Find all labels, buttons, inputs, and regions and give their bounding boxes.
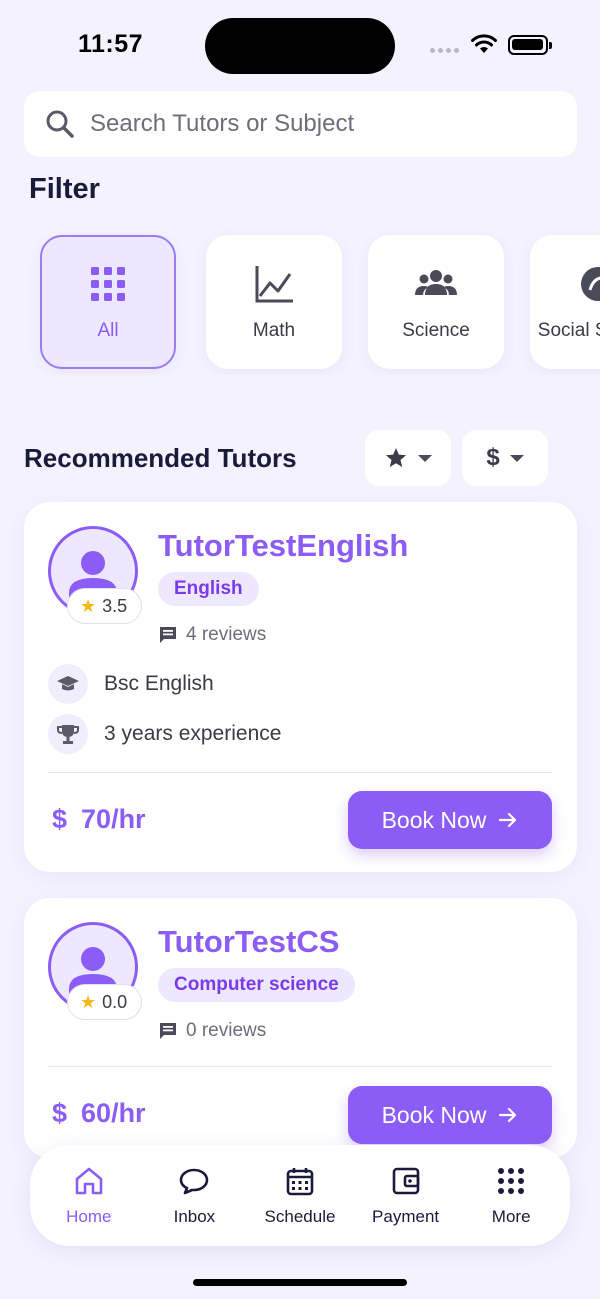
reviews-count: 4 reviews — [158, 624, 266, 646]
filter-chip-label: Science — [402, 320, 470, 341]
star-icon: ★ — [80, 991, 97, 1012]
dots-grid-icon — [498, 1167, 525, 1194]
divider — [48, 772, 553, 773]
rating-value: 0.0 — [102, 991, 128, 1012]
chat-bubble-icon — [180, 1168, 209, 1194]
tutor-name[interactable]: TutorTestEnglish — [158, 528, 408, 564]
star-icon: ★ — [80, 595, 97, 616]
filter-title: Filter — [29, 173, 100, 205]
chevron-down-icon — [418, 454, 432, 462]
recommended-title: Recommended Tutors — [24, 443, 297, 473]
divider — [48, 1066, 553, 1067]
nav-label: Home — [66, 1206, 112, 1226]
book-now-button[interactable]: Book Now — [348, 1086, 552, 1144]
price-value: 70/hr — [81, 804, 146, 834]
rating-badge: ★ 0.0 — [67, 984, 143, 1020]
battery-icon — [508, 35, 552, 55]
nav-item-schedule[interactable]: Schedule — [248, 1165, 352, 1227]
price: $ 70/hr — [52, 804, 146, 835]
home-icon — [75, 1167, 103, 1194]
experience-text: 3 years experience — [104, 722, 282, 745]
grid-icon — [91, 267, 125, 301]
filter-chip-social-studies[interactable]: Social Studies — [530, 235, 600, 369]
trophy-icon — [48, 714, 88, 754]
calendar-icon — [286, 1167, 314, 1195]
dollar-icon: $ — [486, 444, 500, 471]
nav-label: Schedule — [264, 1206, 336, 1226]
graduation-cap-icon — [48, 664, 88, 704]
nav-item-more[interactable]: More — [459, 1165, 563, 1227]
experience-row: 3 years experience — [48, 714, 281, 754]
subject-badge: English — [158, 572, 259, 606]
filter-chip-science[interactable]: Science — [368, 235, 504, 369]
filter-chip-label: All — [97, 320, 119, 341]
degree-row: Bsc English — [48, 664, 214, 704]
filter-chips: All Math Science Social Studies — [0, 230, 600, 375]
filter-chip-all[interactable]: All — [40, 235, 176, 369]
sort-price-button[interactable]: $ — [462, 430, 548, 486]
globe-icon — [581, 267, 600, 301]
comment-icon — [160, 627, 176, 643]
status-time: 11:57 — [78, 30, 144, 58]
search-input[interactable] — [90, 110, 550, 138]
wallet-icon — [392, 1167, 419, 1194]
comment-icon — [160, 1023, 176, 1039]
tutor-card[interactable]: ★ 0.0 TutorTestCS Computer science 0 rev… — [24, 898, 577, 1158]
filter-chip-label: Social Studies — [537, 320, 600, 341]
rating-value: 3.5 — [102, 595, 128, 616]
chart-line-icon — [255, 266, 293, 303]
wifi-icon — [471, 34, 497, 53]
dollar-icon: $ — [52, 804, 68, 834]
chevron-down-icon — [509, 454, 524, 462]
nav-item-home[interactable]: Home — [37, 1165, 141, 1227]
sort-rating-button[interactable] — [365, 430, 451, 486]
nav-label: Payment — [372, 1206, 440, 1226]
nav-label: More — [491, 1206, 531, 1226]
reviews-count: 0 reviews — [158, 1020, 266, 1042]
group-icon — [415, 270, 457, 295]
book-now-button[interactable]: Book Now — [348, 791, 552, 849]
nav-label: Inbox — [173, 1206, 216, 1226]
price-value: 60/hr — [81, 1098, 146, 1128]
nav-item-inbox[interactable]: Inbox — [142, 1165, 246, 1227]
tutor-card[interactable]: ★ 3.5 TutorTestEnglish English 4 reviews… — [24, 502, 577, 872]
subject-badge: Computer science — [158, 968, 355, 1002]
dollar-icon: $ — [52, 1098, 68, 1128]
rating-badge: ★ 3.5 — [67, 588, 143, 624]
star-icon — [386, 448, 406, 467]
filter-chip-label: Math — [252, 320, 296, 341]
degree-text: Bsc English — [104, 672, 214, 695]
tutor-name[interactable]: TutorTestCS — [158, 924, 339, 960]
bottom-nav: Home Inbox Schedule Payment More — [30, 1145, 570, 1246]
dynamic-island — [205, 18, 395, 74]
search-bar[interactable] — [24, 91, 577, 157]
home-indicator — [193, 1279, 407, 1286]
nav-item-payment[interactable]: Payment — [354, 1165, 458, 1227]
price: $ 60/hr — [52, 1098, 146, 1129]
arrow-right-icon — [499, 1107, 517, 1123]
status-bar: 11:57 — [0, 0, 600, 90]
filter-chip-math[interactable]: Math — [206, 235, 342, 369]
search-icon — [46, 110, 74, 138]
cellular-signal-icon — [430, 48, 459, 53]
arrow-right-icon — [499, 812, 517, 828]
